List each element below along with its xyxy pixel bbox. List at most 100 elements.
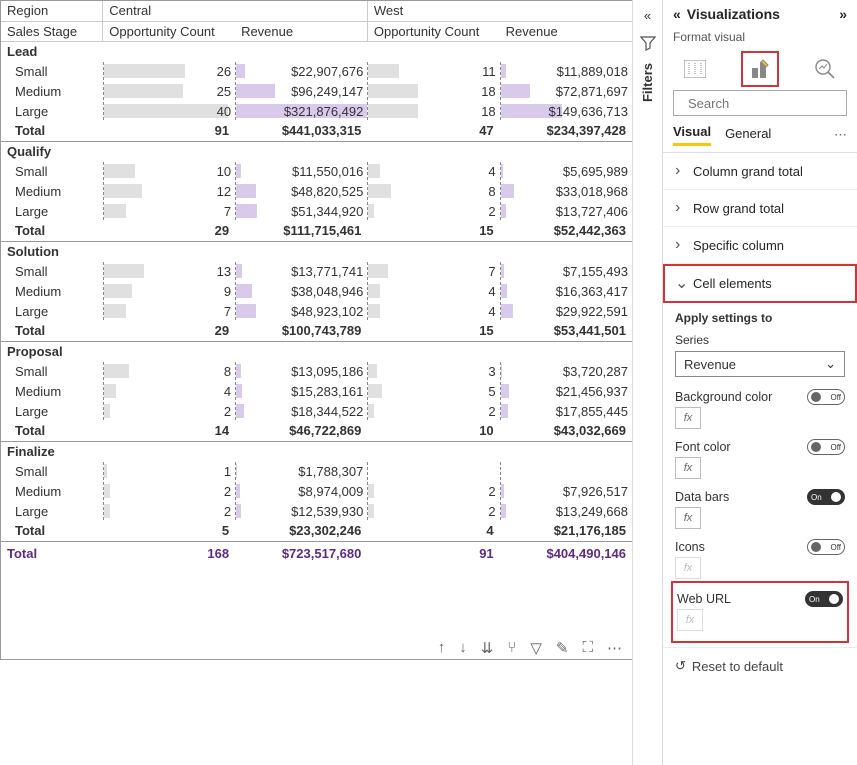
data-cell: $18,344,522 <box>235 401 367 421</box>
data-cell: $321,876,492 <box>235 101 367 121</box>
row-label[interactable]: Medium <box>1 481 103 501</box>
matrix-visual[interactable]: Region Central West Sales Stage Opportun… <box>0 0 632 660</box>
icons-toggle[interactable]: Off <box>807 539 845 555</box>
data-cell: 8 <box>367 181 499 201</box>
row-label[interactable]: Medium <box>1 81 103 101</box>
viz-title: Visualizations <box>687 6 839 22</box>
row-label[interactable]: Small <box>1 361 103 381</box>
tab-visual[interactable]: Visual <box>673 124 711 146</box>
font-color-fx[interactable]: fx <box>675 457 701 479</box>
data-cell: $48,923,102 <box>235 301 367 321</box>
visualizations-pane: « Visualizations » Format visual Visual … <box>662 0 857 765</box>
card-specific-column[interactable]: Specific column <box>663 227 857 264</box>
header-revenue-w[interactable]: Revenue <box>500 21 632 41</box>
table-row: Large 7 $48,923,102 4 $29,922,591 <box>1 301 632 321</box>
row-label[interactable]: Large <box>1 101 103 121</box>
data-cell: 2 <box>367 481 499 501</box>
table-row: Medium 9 $38,048,946 4 $16,363,417 <box>1 281 632 301</box>
row-label[interactable]: Large <box>1 301 103 321</box>
bg-color-fx[interactable]: fx <box>675 407 701 429</box>
data-cell: 18 <box>367 101 499 121</box>
data-cell: $13,095,186 <box>235 361 367 381</box>
filters-pane-collapsed[interactable]: « Filters <box>632 0 662 765</box>
web-url-label: Web URL <box>677 592 731 606</box>
data-cell: $7,926,517 <box>500 481 632 501</box>
drill-down-icon[interactable]: ↓ <box>459 639 467 657</box>
row-label[interactable]: Medium <box>1 281 103 301</box>
font-color-toggle[interactable]: Off <box>807 439 845 455</box>
data-cell: 13 <box>103 261 235 281</box>
format-visual-icon[interactable] <box>746 56 774 82</box>
header-west[interactable]: West <box>367 1 632 21</box>
card-column-grand-total[interactable]: Column grand total <box>663 153 857 190</box>
group-header[interactable]: Proposal <box>1 341 103 361</box>
bg-color-toggle[interactable]: Off <box>807 389 845 405</box>
row-label[interactable]: Small <box>1 461 103 481</box>
table-row: Small 26 $22,907,676 11 $11,889,018 <box>1 61 632 81</box>
tabs-more-icon[interactable]: ⋯ <box>834 127 847 143</box>
header-region[interactable]: Region <box>1 1 103 21</box>
card-row-grand-total[interactable]: Row grand total <box>663 190 857 227</box>
data-cell: $16,363,417 <box>500 281 632 301</box>
spotlight-icon[interactable]: ✎ <box>556 639 569 657</box>
group-header[interactable]: Finalize <box>1 441 103 461</box>
expand-viz-icon[interactable]: » <box>839 6 847 22</box>
more-options-icon[interactable]: ⋯ <box>607 639 622 657</box>
table-row: Small 13 $13,771,741 7 $7,155,493 <box>1 261 632 281</box>
grand-total-row: Total 168$723,517,68091$404,490,146 <box>1 541 632 563</box>
header-sales-stage[interactable]: Sales Stage <box>1 21 103 41</box>
row-label[interactable]: Large <box>1 401 103 421</box>
icons-fx[interactable]: fx <box>675 557 701 579</box>
row-label[interactable]: Medium <box>1 381 103 401</box>
web-url-fx[interactable]: fx <box>677 609 703 631</box>
data-cell: 5 <box>367 381 499 401</box>
series-select[interactable]: Revenue ⌄ <box>675 351 845 377</box>
card-cell-elements[interactable]: Cell elements <box>663 264 857 303</box>
data-bars-toggle[interactable]: On <box>807 489 845 505</box>
row-label[interactable]: Large <box>1 201 103 221</box>
tab-general[interactable]: General <box>725 126 771 145</box>
header-central[interactable]: Central <box>103 1 368 21</box>
row-label[interactable]: Small <box>1 261 103 281</box>
focus-mode-icon[interactable]: ⛶ <box>582 639 593 657</box>
data-cell: $48,820,525 <box>235 181 367 201</box>
expand-filters-icon[interactable]: « <box>644 8 651 23</box>
reset-to-default[interactable]: ↺ Reset to default <box>663 647 857 684</box>
expand-down-icon[interactable]: ⇊ <box>481 639 494 657</box>
build-visual-icon[interactable] <box>681 56 709 82</box>
matrix-table: Region Central West Sales Stage Opportun… <box>1 1 632 563</box>
group-header[interactable]: Qualify <box>1 141 103 161</box>
row-label[interactable]: Large <box>1 501 103 521</box>
data-cell: 9 <box>103 281 235 301</box>
format-search[interactable] <box>673 90 847 116</box>
data-cell: 26 <box>103 61 235 81</box>
data-cell: 2 <box>367 201 499 221</box>
bg-color-label: Background color <box>675 390 772 404</box>
expand-hierarchy-icon[interactable]: ⑂ <box>507 639 516 657</box>
data-cell <box>367 461 499 481</box>
analytics-icon[interactable] <box>811 56 839 82</box>
viz-subtitle: Format visual <box>663 28 857 52</box>
row-label[interactable]: Medium <box>1 181 103 201</box>
row-label[interactable]: Small <box>1 161 103 181</box>
table-row: Large 40 $321,876,492 18 $149,636,713 <box>1 101 632 121</box>
data-cell: $13,727,406 <box>500 201 632 221</box>
group-header[interactable]: Solution <box>1 241 103 261</box>
data-cell: 1 <box>103 461 235 481</box>
data-cell: 11 <box>367 61 499 81</box>
data-cell: 4 <box>367 281 499 301</box>
group-header[interactable]: Lead <box>1 41 103 61</box>
format-search-input[interactable] <box>686 95 857 112</box>
collapse-viz-icon[interactable]: « <box>673 6 681 22</box>
web-url-toggle[interactable]: On <box>805 591 843 607</box>
drill-up-icon[interactable]: ↑ <box>438 639 446 657</box>
header-opp-count-c[interactable]: Opportunity Count <box>103 21 235 41</box>
filter-icon[interactable]: ▽ <box>530 639 542 657</box>
data-cell: 2 <box>367 401 499 421</box>
row-label[interactable]: Small <box>1 61 103 81</box>
table-row: Small 10 $11,550,016 4 $5,695,989 <box>1 161 632 181</box>
header-opp-count-w[interactable]: Opportunity Count <box>367 21 499 41</box>
data-cell: $38,048,946 <box>235 281 367 301</box>
header-revenue-c[interactable]: Revenue <box>235 21 367 41</box>
data-bars-fx[interactable]: fx <box>675 507 701 529</box>
